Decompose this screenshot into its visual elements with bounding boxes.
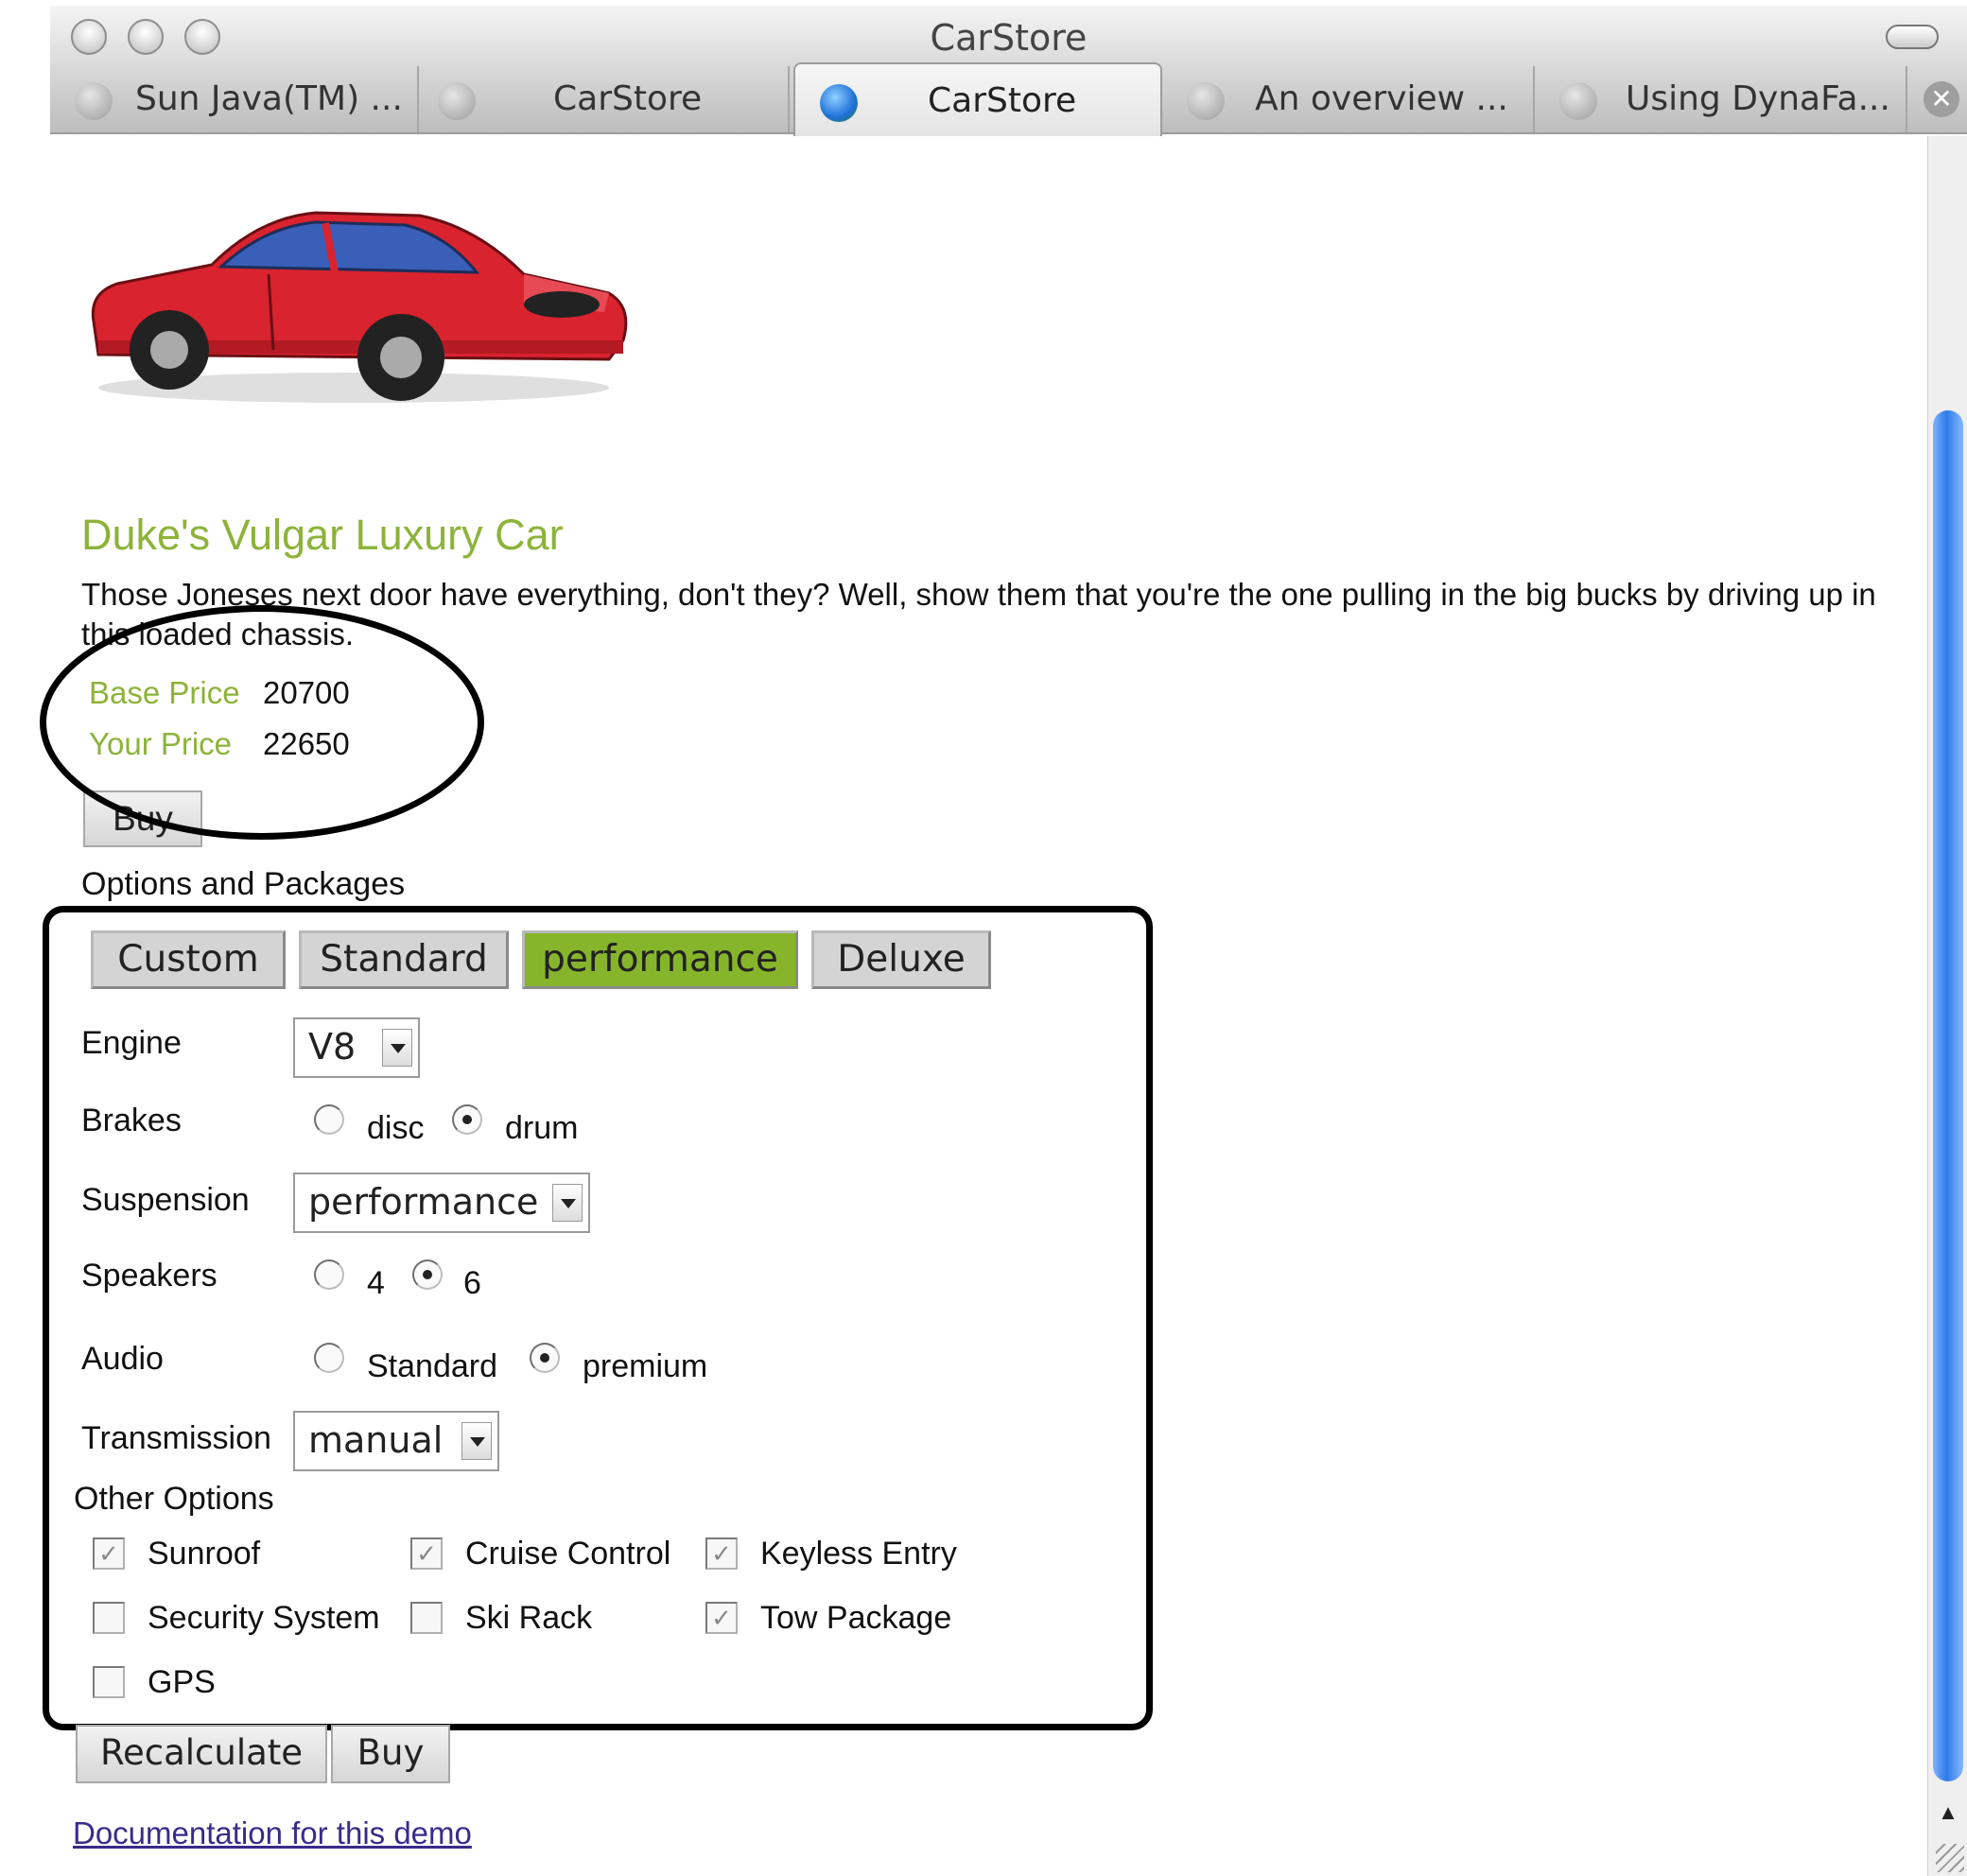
recalculate-button[interactable]: Recalculate: [76, 1725, 327, 1783]
options-heading: Options and Packages: [81, 866, 406, 902]
tab-label: Using DynaFa...: [1626, 79, 1890, 118]
highlight-ellipse: [40, 605, 484, 840]
close-tab-icon[interactable]: ✕: [1923, 81, 1959, 117]
tab-using-dynafaces[interactable]: Using DynaFa...: [1535, 66, 1907, 132]
documentation-link[interactable]: Documentation for this demo: [73, 1815, 472, 1851]
window-title: CarStore: [930, 17, 1088, 59]
tab-sun-java[interactable]: Sun Java(TM) ...: [50, 66, 419, 132]
tab-overview[interactable]: An overview ...: [1162, 66, 1535, 132]
globe-icon: [1559, 82, 1597, 120]
globe-icon: [820, 84, 858, 122]
tab-bar: Sun Java(TM) ... CarStore CarStore An ov…: [50, 62, 1967, 136]
tab-carstore-1[interactable]: CarStore: [419, 66, 790, 132]
resize-grip-icon[interactable]: [1936, 1844, 1964, 1872]
scroll-up-arrow-icon[interactable]: ▲: [1936, 1800, 1960, 1825]
scroll-thumb[interactable]: [1933, 410, 1963, 1781]
tab-label: CarStore: [553, 79, 703, 118]
globe-icon: [75, 82, 113, 120]
tab-label: Sun Java(TM) ...: [135, 79, 403, 118]
title-bar: CarStore: [50, 6, 1967, 67]
buy-button-bottom[interactable]: Buy: [331, 1725, 450, 1783]
tab-carstore-active[interactable]: CarStore: [793, 62, 1162, 136]
globe-icon: [1187, 82, 1225, 120]
car-image: [91, 211, 628, 403]
vertical-scrollbar[interactable]: ▲: [1927, 136, 1967, 1876]
globe-icon: [438, 82, 476, 120]
highlight-box: [43, 906, 1153, 1730]
tab-label: An overview ...: [1255, 79, 1508, 118]
tab-label: CarStore: [928, 81, 1077, 120]
car-title: Duke's Vulgar Luxury Car: [81, 511, 564, 559]
toolbar-toggle-button[interactable]: [1886, 25, 1939, 49]
